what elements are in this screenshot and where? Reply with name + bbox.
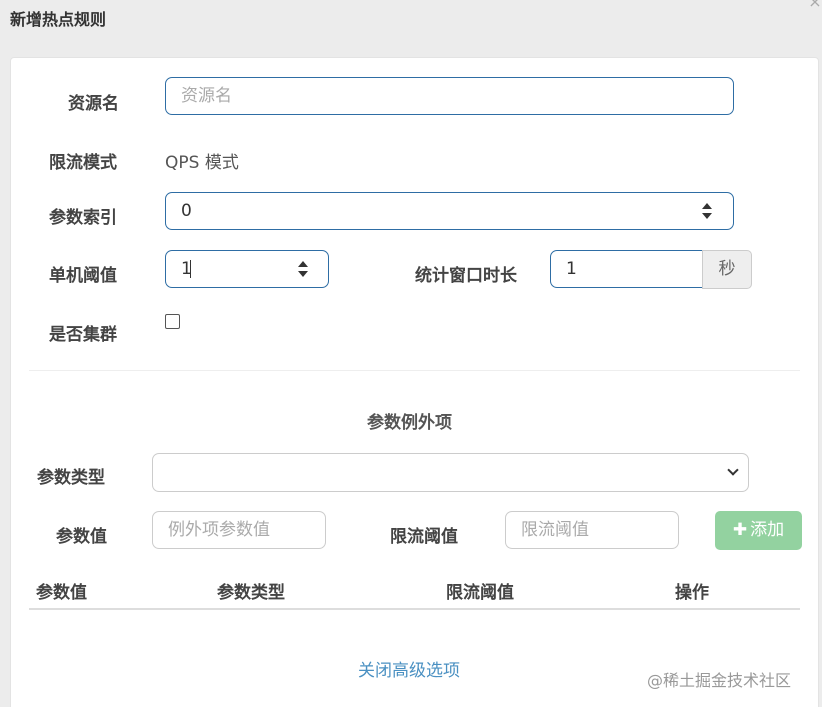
add-exception-button[interactable]: ✚ 添加 (715, 511, 802, 550)
param-index-stepper-icon[interactable] (701, 202, 713, 220)
close-advanced-options-link[interactable]: 关闭高级选项 (358, 656, 460, 681)
resource-name-label: 资源名 (68, 94, 119, 114)
param-index-input[interactable]: 0 (165, 192, 734, 230)
column-header-param-value: 参数值 (36, 583, 87, 603)
stat-window-input[interactable]: 1 (550, 250, 703, 288)
column-header-param-type: 参数类型 (217, 583, 285, 603)
limit-threshold-input[interactable] (505, 511, 679, 549)
close-icon[interactable]: × (808, 0, 822, 10)
seconds-unit-addon: 秒 (702, 250, 752, 289)
hot-param-rule-dialog: 新增热点规则 × 资源名 限流模式 QPS 模式 参数索引 0 单机阈值 1 统… (0, 0, 822, 707)
plus-icon: ✚ (732, 520, 748, 540)
chevron-down-icon (727, 464, 739, 476)
param-index-label: 参数索引 (49, 208, 117, 228)
watermark: @稀土掘金技术社区 (647, 671, 792, 690)
param-value-label: 参数值 (56, 527, 107, 547)
table-header-border (29, 608, 800, 610)
text-cursor (190, 260, 191, 278)
cluster-label: 是否集群 (49, 325, 117, 345)
param-value-input[interactable] (152, 511, 326, 549)
dialog-title: 新增热点规则 (10, 10, 107, 29)
param-type-label: 参数类型 (37, 468, 105, 488)
divider (29, 370, 800, 371)
stat-window-value: 1 (566, 259, 577, 279)
stat-window-label: 统计窗口时长 (415, 266, 517, 286)
add-button-label: 添加 (750, 520, 785, 540)
column-header-actions: 操作 (675, 583, 709, 603)
limit-mode-value: QPS 模式 (165, 153, 239, 173)
threshold-stepper-icon[interactable] (297, 260, 309, 278)
param-type-select[interactable] (152, 453, 749, 492)
limit-mode-label: 限流模式 (49, 153, 117, 173)
threshold-label: 单机阈值 (49, 266, 117, 286)
form-panel: 资源名 限流模式 QPS 模式 参数索引 0 单机阈值 1 统计窗口时长 1 秒… (10, 57, 819, 707)
limit-threshold-label: 限流阈值 (390, 527, 458, 547)
column-header-limit: 限流阈值 (446, 583, 514, 603)
resource-name-input[interactable] (165, 77, 734, 115)
cluster-checkbox[interactable] (165, 314, 180, 329)
exceptions-title: 参数例外项 (367, 413, 452, 433)
param-index-value: 0 (181, 201, 192, 221)
